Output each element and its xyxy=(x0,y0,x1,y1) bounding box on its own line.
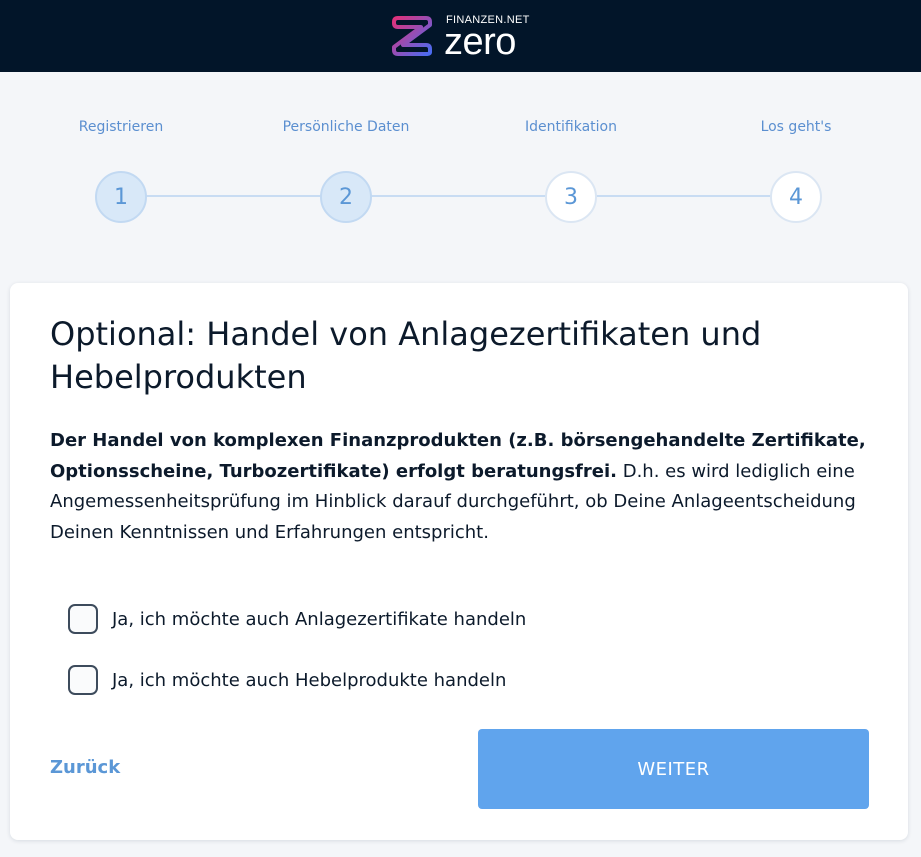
checkbox-label-hebelprodukte[interactable]: Ja, ich möchte auch Hebelprodukte handel… xyxy=(112,670,506,691)
top-bar: FINANZEN.NET zero xyxy=(0,0,921,72)
checkbox-hebelprodukte[interactable] xyxy=(68,665,98,695)
step-circle-3: 3 xyxy=(545,171,597,223)
checkbox-label-anlagezertifikate[interactable]: Ja, ich möchte auch Anlagezertifikate ha… xyxy=(112,609,526,630)
checkbox-row-anlagezertifikate[interactable]: Ja, ich möchte auch Anlagezertifikate ha… xyxy=(68,604,526,634)
back-link[interactable]: Zurück xyxy=(50,757,120,778)
step-circle-2: 2 xyxy=(320,171,372,223)
page-title: Optional: Handel von Anlagezertifikaten … xyxy=(50,315,762,396)
step-label-registrieren: Registrieren xyxy=(78,119,164,135)
step-label-persoenliche-daten: Persönliche Daten xyxy=(282,119,410,135)
step-circle-4: 4 xyxy=(770,171,822,223)
z-logo-icon xyxy=(392,16,432,56)
info-paragraph: Der Handel von komplexen Finanzprodukten… xyxy=(50,426,880,548)
checkbox-anlagezertifikate[interactable] xyxy=(68,604,98,634)
step-label-los-gehts: Los geht's xyxy=(760,119,832,135)
brand-wordmark: zero xyxy=(444,21,516,63)
checkbox-row-hebelprodukte[interactable]: Ja, ich möchte auch Hebelprodukte handel… xyxy=(68,665,506,695)
trading-options-card: Optional: Handel von Anlagezertifikaten … xyxy=(10,283,908,840)
step-label-identifikation: Identifikation xyxy=(525,119,617,135)
stepper-track xyxy=(121,195,796,197)
step-circle-1: 1 xyxy=(95,171,147,223)
next-button[interactable]: WEITER xyxy=(478,729,869,809)
